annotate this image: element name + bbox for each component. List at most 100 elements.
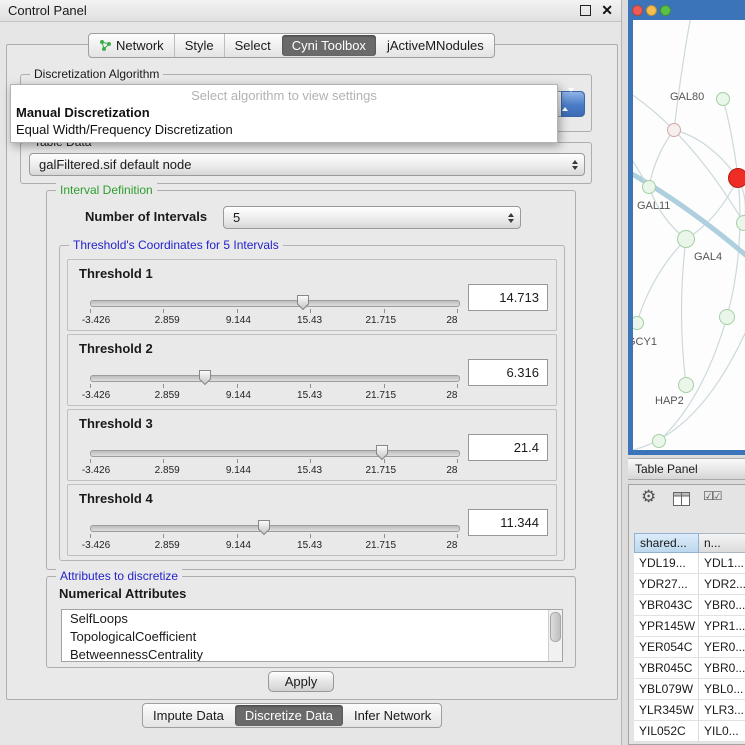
network-edge[interactable]: [659, 317, 727, 441]
table-data-combobox[interactable]: galFiltered.sif default node: [29, 153, 585, 176]
mac-zoom-light[interactable]: [660, 5, 671, 16]
network-node[interactable]: [677, 230, 695, 248]
combobox-dropdown-button[interactable]: [561, 91, 585, 117]
network-node-selected[interactable]: [728, 168, 745, 188]
table-cell[interactable]: YLR345W: [634, 700, 699, 720]
table-row[interactable]: YBL079WYBL0...: [634, 679, 745, 700]
threshold-slider-track[interactable]: [90, 525, 460, 532]
attribute-list-item[interactable]: SelfLoops: [62, 610, 562, 628]
numerical-attributes-list[interactable]: SelfLoopsTopologicalCoefficientBetweenne…: [61, 609, 563, 662]
table-cell[interactable]: YDR2...: [699, 574, 745, 594]
table-row[interactable]: YBR045CYBR0...: [634, 658, 745, 679]
slider-tick-labels: -3.4262.8599.14415.4321.71528: [72, 465, 476, 476]
table-cell[interactable]: YLR3...: [699, 700, 745, 720]
table-cell[interactable]: YBR0...: [699, 595, 745, 615]
tick-mark: [457, 384, 458, 388]
threshold-value-field[interactable]: 6.316: [468, 359, 548, 386]
network-node[interactable]: [642, 180, 656, 194]
number-of-intervals-value: 5: [233, 210, 240, 225]
tab-cyni-toolbox[interactable]: Cyni Toolbox: [282, 35, 376, 56]
mac-close-light[interactable]: [632, 5, 643, 16]
network-edge[interactable]: [674, 130, 738, 178]
table-cell[interactable]: YBR0...: [699, 658, 745, 678]
tab-style[interactable]: Style: [174, 34, 224, 57]
table-cell[interactable]: YDL1...: [699, 553, 745, 573]
tick-mark: [163, 384, 164, 388]
control-panel-titlebar: Control Panel ✕: [0, 0, 621, 22]
network-node[interactable]: [678, 377, 694, 393]
threshold-panel: Threshold 4 -3.4262.8599.14415.4321.7152…: [67, 484, 557, 556]
table-row[interactable]: YIL052CYIL0...: [634, 721, 745, 742]
slider-tick-marks: [90, 309, 458, 313]
columns-icon[interactable]: [673, 492, 690, 506]
tab-network[interactable]: Network: [89, 34, 174, 57]
scrollbar-thumb[interactable]: [550, 612, 561, 642]
table-panel-header[interactable]: Table Panel: [628, 458, 745, 480]
table-cell[interactable]: YIL0...: [699, 721, 745, 741]
number-of-intervals-combobox[interactable]: 5: [223, 206, 521, 229]
table-cell[interactable]: YBL079W: [634, 679, 699, 699]
tick-label: 9.144: [214, 315, 262, 326]
network-node[interactable]: [719, 309, 735, 325]
algorithm-option-manual[interactable]: Manual Discretization: [11, 104, 557, 121]
slider-tick-marks: [90, 534, 458, 538]
network-node[interactable]: [667, 123, 681, 137]
network-edge[interactable]: [637, 239, 686, 323]
tab-impute-data[interactable]: Impute Data: [143, 704, 234, 727]
select-columns-icon[interactable]: ☑☑: [703, 489, 721, 503]
tab-discretize-data[interactable]: Discretize Data: [235, 705, 343, 726]
gear-icon[interactable]: ⚙: [641, 487, 656, 507]
list-scrollbar[interactable]: [548, 610, 562, 661]
network-edge[interactable]: [649, 130, 674, 187]
table-cell[interactable]: YIL052C: [634, 721, 699, 741]
tick-label: -3.426: [72, 540, 120, 551]
table-cell[interactable]: YER0...: [699, 637, 745, 657]
table-cell[interactable]: YPR1...: [699, 616, 745, 636]
table-cell[interactable]: YBR045C: [634, 658, 699, 678]
threshold-slider-track[interactable]: [90, 300, 460, 307]
mac-minimize-light[interactable]: [646, 5, 657, 16]
top-tab-bar: Network Style Select Cyni Toolbox jActiv…: [88, 33, 495, 58]
table-row[interactable]: YPR145WYPR1...: [634, 616, 745, 637]
table-panel-window: ⚙ ☑☑ shared... n... YDL19...YDL1...YDR27…: [628, 484, 745, 745]
attribute-list-item[interactable]: BetweennessCentrality: [62, 646, 562, 662]
number-of-intervals-label: Number of Intervals: [85, 209, 207, 224]
network-edge[interactable]: [674, 20, 691, 130]
table-row[interactable]: YLR345WYLR3...: [634, 700, 745, 721]
column-header-name[interactable]: n...: [699, 533, 745, 553]
close-window-icon[interactable]: ✕: [601, 2, 613, 19]
threshold-label: Threshold 1: [79, 266, 153, 281]
attribute-list-item[interactable]: TopologicalCoefficient: [62, 628, 562, 646]
tick-mark: [90, 384, 91, 388]
float-window-icon[interactable]: [580, 5, 591, 16]
table-row[interactable]: YER054CYER0...: [634, 637, 745, 658]
tick-mark: [237, 534, 238, 538]
tab-jactivemnodules[interactable]: jActiveMNodules: [377, 34, 494, 57]
threshold-slider-track[interactable]: [90, 450, 460, 457]
network-node[interactable]: [736, 215, 745, 231]
table-cell[interactable]: YER054C: [634, 637, 699, 657]
tab-infer-network[interactable]: Infer Network: [344, 704, 441, 727]
table-cell[interactable]: YDR27...: [634, 574, 699, 594]
table-cell[interactable]: YDL19...: [634, 553, 699, 573]
threshold-value-field[interactable]: 14.713: [468, 284, 548, 311]
threshold-value-field[interactable]: 11.344: [468, 509, 548, 536]
table-cell[interactable]: YPR145W: [634, 616, 699, 636]
network-edge[interactable]: [723, 99, 738, 178]
algorithm-placeholder-option[interactable]: Select algorithm to view settings: [11, 87, 557, 104]
apply-button[interactable]: Apply: [268, 671, 334, 692]
network-canvas[interactable]: GAL80GAL11GAL4GCY1HAP2: [633, 20, 745, 450]
table-cell[interactable]: YBL0...: [699, 679, 745, 699]
table-row[interactable]: YBR043CYBR0...: [634, 595, 745, 616]
threshold-slider-track[interactable]: [90, 375, 460, 382]
algorithm-option-equal-width[interactable]: Equal Width/Frequency Discretization: [11, 121, 557, 138]
table-row[interactable]: YDR27...YDR2...: [634, 574, 745, 595]
network-node[interactable]: [716, 92, 730, 106]
network-node[interactable]: [652, 434, 666, 448]
network-edge[interactable]: [682, 239, 687, 385]
table-cell[interactable]: YBR043C: [634, 595, 699, 615]
column-header-shared-name[interactable]: shared...: [634, 533, 699, 553]
tab-select[interactable]: Select: [224, 34, 281, 57]
table-row[interactable]: YDL19...YDL1...: [634, 553, 745, 574]
threshold-value-field[interactable]: 21.4: [468, 434, 548, 461]
